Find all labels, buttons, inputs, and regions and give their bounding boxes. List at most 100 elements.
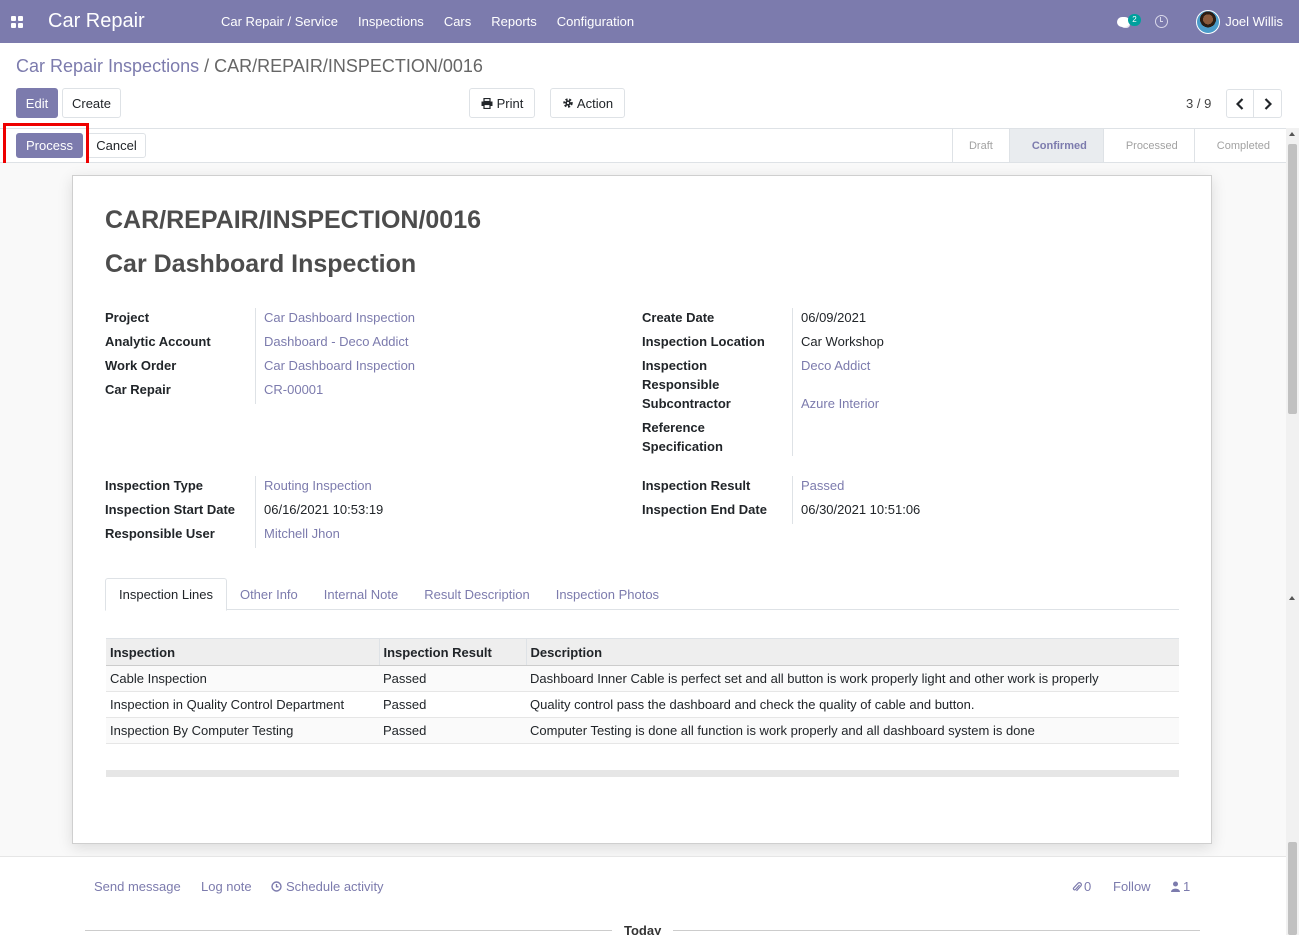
record-reference: CAR/REPAIR/INSPECTION/0016 <box>105 206 482 234</box>
menu-car-repair-service[interactable]: Car Repair / Service <box>211 14 348 29</box>
tab-other-info[interactable]: Other Info <box>227 578 311 610</box>
table-footer <box>106 770 1179 777</box>
schedule-activity-button[interactable]: Schedule activity <box>271 879 384 894</box>
tab-internal-note[interactable]: Internal Note <box>311 578 411 610</box>
table-row[interactable]: Cable Inspection Passed Dashboard Inner … <box>106 665 1179 692</box>
field-car-repair[interactable]: CR-00001 <box>264 380 323 399</box>
field-label-inspection-location: Inspection Location <box>642 334 765 349</box>
field-work-order[interactable]: Car Dashboard Inspection <box>264 356 415 375</box>
tab-inspection-lines[interactable]: Inspection Lines <box>105 578 227 611</box>
print-button[interactable]: Print <box>469 88 535 118</box>
breadcrumb-separator: / <box>204 56 210 76</box>
printer-icon <box>481 97 493 109</box>
pager-previous-button[interactable] <box>1226 89 1254 118</box>
messages-icon[interactable]: 2 <box>1115 12 1141 32</box>
field-analytic-account[interactable]: Dashboard - Deco Addict <box>264 332 409 351</box>
activity-clock-icon[interactable] <box>1155 15 1169 28</box>
record-title: Car Dashboard Inspection <box>105 250 417 278</box>
breadcrumb-parent[interactable]: Car Repair Inspections <box>16 56 199 76</box>
chatter: Send message Log note Schedule activity … <box>0 856 1286 935</box>
field-project[interactable]: Car Dashboard Inspection <box>264 308 415 327</box>
field-subcontractor[interactable]: Azure Interior <box>801 394 879 413</box>
menu-configuration[interactable]: Configuration <box>547 14 644 29</box>
scroll-thumb-lower[interactable] <box>1288 842 1297 935</box>
field-inspection-end-date: 06/30/2021 10:51:06 <box>801 502 921 517</box>
field-label-inspection-start-date: Inspection Start Date <box>105 502 236 517</box>
menu-cars[interactable]: Cars <box>434 14 481 29</box>
field-label-inspection-result: Inspection Result <box>642 478 751 493</box>
field-label-project: Project <box>105 310 150 325</box>
table-row[interactable]: Inspection in Quality Control Department… <box>106 691 1179 718</box>
cell-inspection: Cable Inspection <box>106 665 379 692</box>
table-header-row: Inspection Inspection Result Description <box>106 638 1179 666</box>
page-scrollbar[interactable] <box>1286 128 1299 935</box>
cell-result: Passed <box>379 665 526 692</box>
edit-button[interactable]: Edit <box>16 88 58 118</box>
paperclip-icon <box>1072 881 1082 891</box>
chevron-left-icon <box>1236 97 1244 110</box>
field-label-inspection-responsible: Inspection Responsible <box>642 358 720 392</box>
field-responsible-user[interactable]: Mitchell Jhon <box>264 524 340 543</box>
field-separator <box>255 308 256 404</box>
stage-pipeline: Draft Confirmed Processed Completed <box>951 129 1286 162</box>
column-header-inspection-result[interactable]: Inspection Result <box>378 638 526 666</box>
field-label-responsible-user: Responsible User <box>105 526 215 541</box>
menu-inspections[interactable]: Inspections <box>348 14 434 29</box>
followers-button[interactable]: 1 <box>1171 879 1190 894</box>
status-bar: Draft Confirmed Processed Completed <box>0 128 1286 163</box>
column-header-inspection[interactable]: Inspection <box>106 638 379 666</box>
field-inspection-responsible[interactable]: Deco Addict <box>801 356 870 375</box>
inspection-lines-table: Inspection Inspection Result Description… <box>106 638 1179 744</box>
apps-menu-icon[interactable] <box>0 0 32 43</box>
table-row[interactable]: Inspection By Computer Testing Passed Co… <box>106 717 1179 744</box>
date-divider-label: Today <box>612 923 674 935</box>
field-label-reference-specification: Reference Specification <box>642 420 723 454</box>
send-message-button[interactable]: Send message <box>94 879 181 894</box>
field-label-subcontractor: Subcontractor <box>642 396 731 411</box>
main-menu: Car Repair / Service Inspections Cars Re… <box>211 14 644 29</box>
scroll-thumb[interactable] <box>1288 144 1297 414</box>
user-avatar[interactable] <box>1196 9 1221 34</box>
field-inspection-type[interactable]: Routing Inspection <box>264 476 372 495</box>
field-inspection-result[interactable]: Passed <box>801 476 844 495</box>
cell-inspection: Inspection By Computer Testing <box>106 717 379 744</box>
tab-inspection-photos[interactable]: Inspection Photos <box>543 578 672 610</box>
cell-inspection: Inspection in Quality Control Department <box>106 691 379 718</box>
field-separator <box>792 476 793 524</box>
scroll-up-arrow-icon[interactable] <box>1289 132 1295 136</box>
app-name[interactable]: Car Repair <box>48 10 196 33</box>
scroll-arrow-icon[interactable] <box>1289 596 1295 600</box>
tab-result-description[interactable]: Result Description <box>411 578 543 610</box>
stage-confirmed[interactable]: Confirmed <box>1008 129 1103 162</box>
stage-completed[interactable]: Completed <box>1193 129 1286 162</box>
clock-icon <box>271 881 282 892</box>
menu-reports[interactable]: Reports <box>481 14 547 29</box>
field-label-inspection-end-date: Inspection End Date <box>642 502 767 517</box>
gear-icon <box>563 98 573 108</box>
followers-count: 1 <box>1183 879 1191 894</box>
log-note-button[interactable]: Log note <box>201 879 252 894</box>
attachments-button[interactable]: 0 <box>1072 879 1091 894</box>
column-header-description[interactable]: Description <box>525 638 1179 666</box>
field-label-car-repair: Car Repair <box>105 382 171 397</box>
create-button[interactable]: Create <box>62 88 121 118</box>
top-navbar: Car Repair Car Repair / Service Inspecti… <box>0 0 1299 43</box>
pager-value[interactable]: 3 / 9 <box>1186 96 1211 111</box>
field-label-create-date: Create Date <box>642 310 715 325</box>
breadcrumb: Car Repair Inspections / CAR/REPAIR/INSP… <box>16 56 483 77</box>
stage-processed[interactable]: Processed <box>1102 129 1194 162</box>
schedule-activity-label: Schedule activity <box>286 879 384 894</box>
user-name[interactable]: Joel Willis <box>1225 14 1283 29</box>
field-separator <box>792 308 793 456</box>
action-button[interactable]: Action <box>550 88 625 118</box>
user-icon <box>1171 881 1180 892</box>
field-label-inspection-type: Inspection Type <box>105 478 203 493</box>
action-label: Action <box>576 95 614 111</box>
cell-result: Passed <box>379 691 526 718</box>
cancel-button[interactable]: Cancel <box>87 133 146 158</box>
pager-next-button[interactable] <box>1253 89 1282 118</box>
field-label-analytic-account: Analytic Account <box>105 334 211 349</box>
cell-description: Dashboard Inner Cable is perfect set and… <box>526 665 1179 692</box>
stage-draft[interactable]: Draft <box>951 129 1009 162</box>
follow-button[interactable]: Follow <box>1113 879 1151 894</box>
